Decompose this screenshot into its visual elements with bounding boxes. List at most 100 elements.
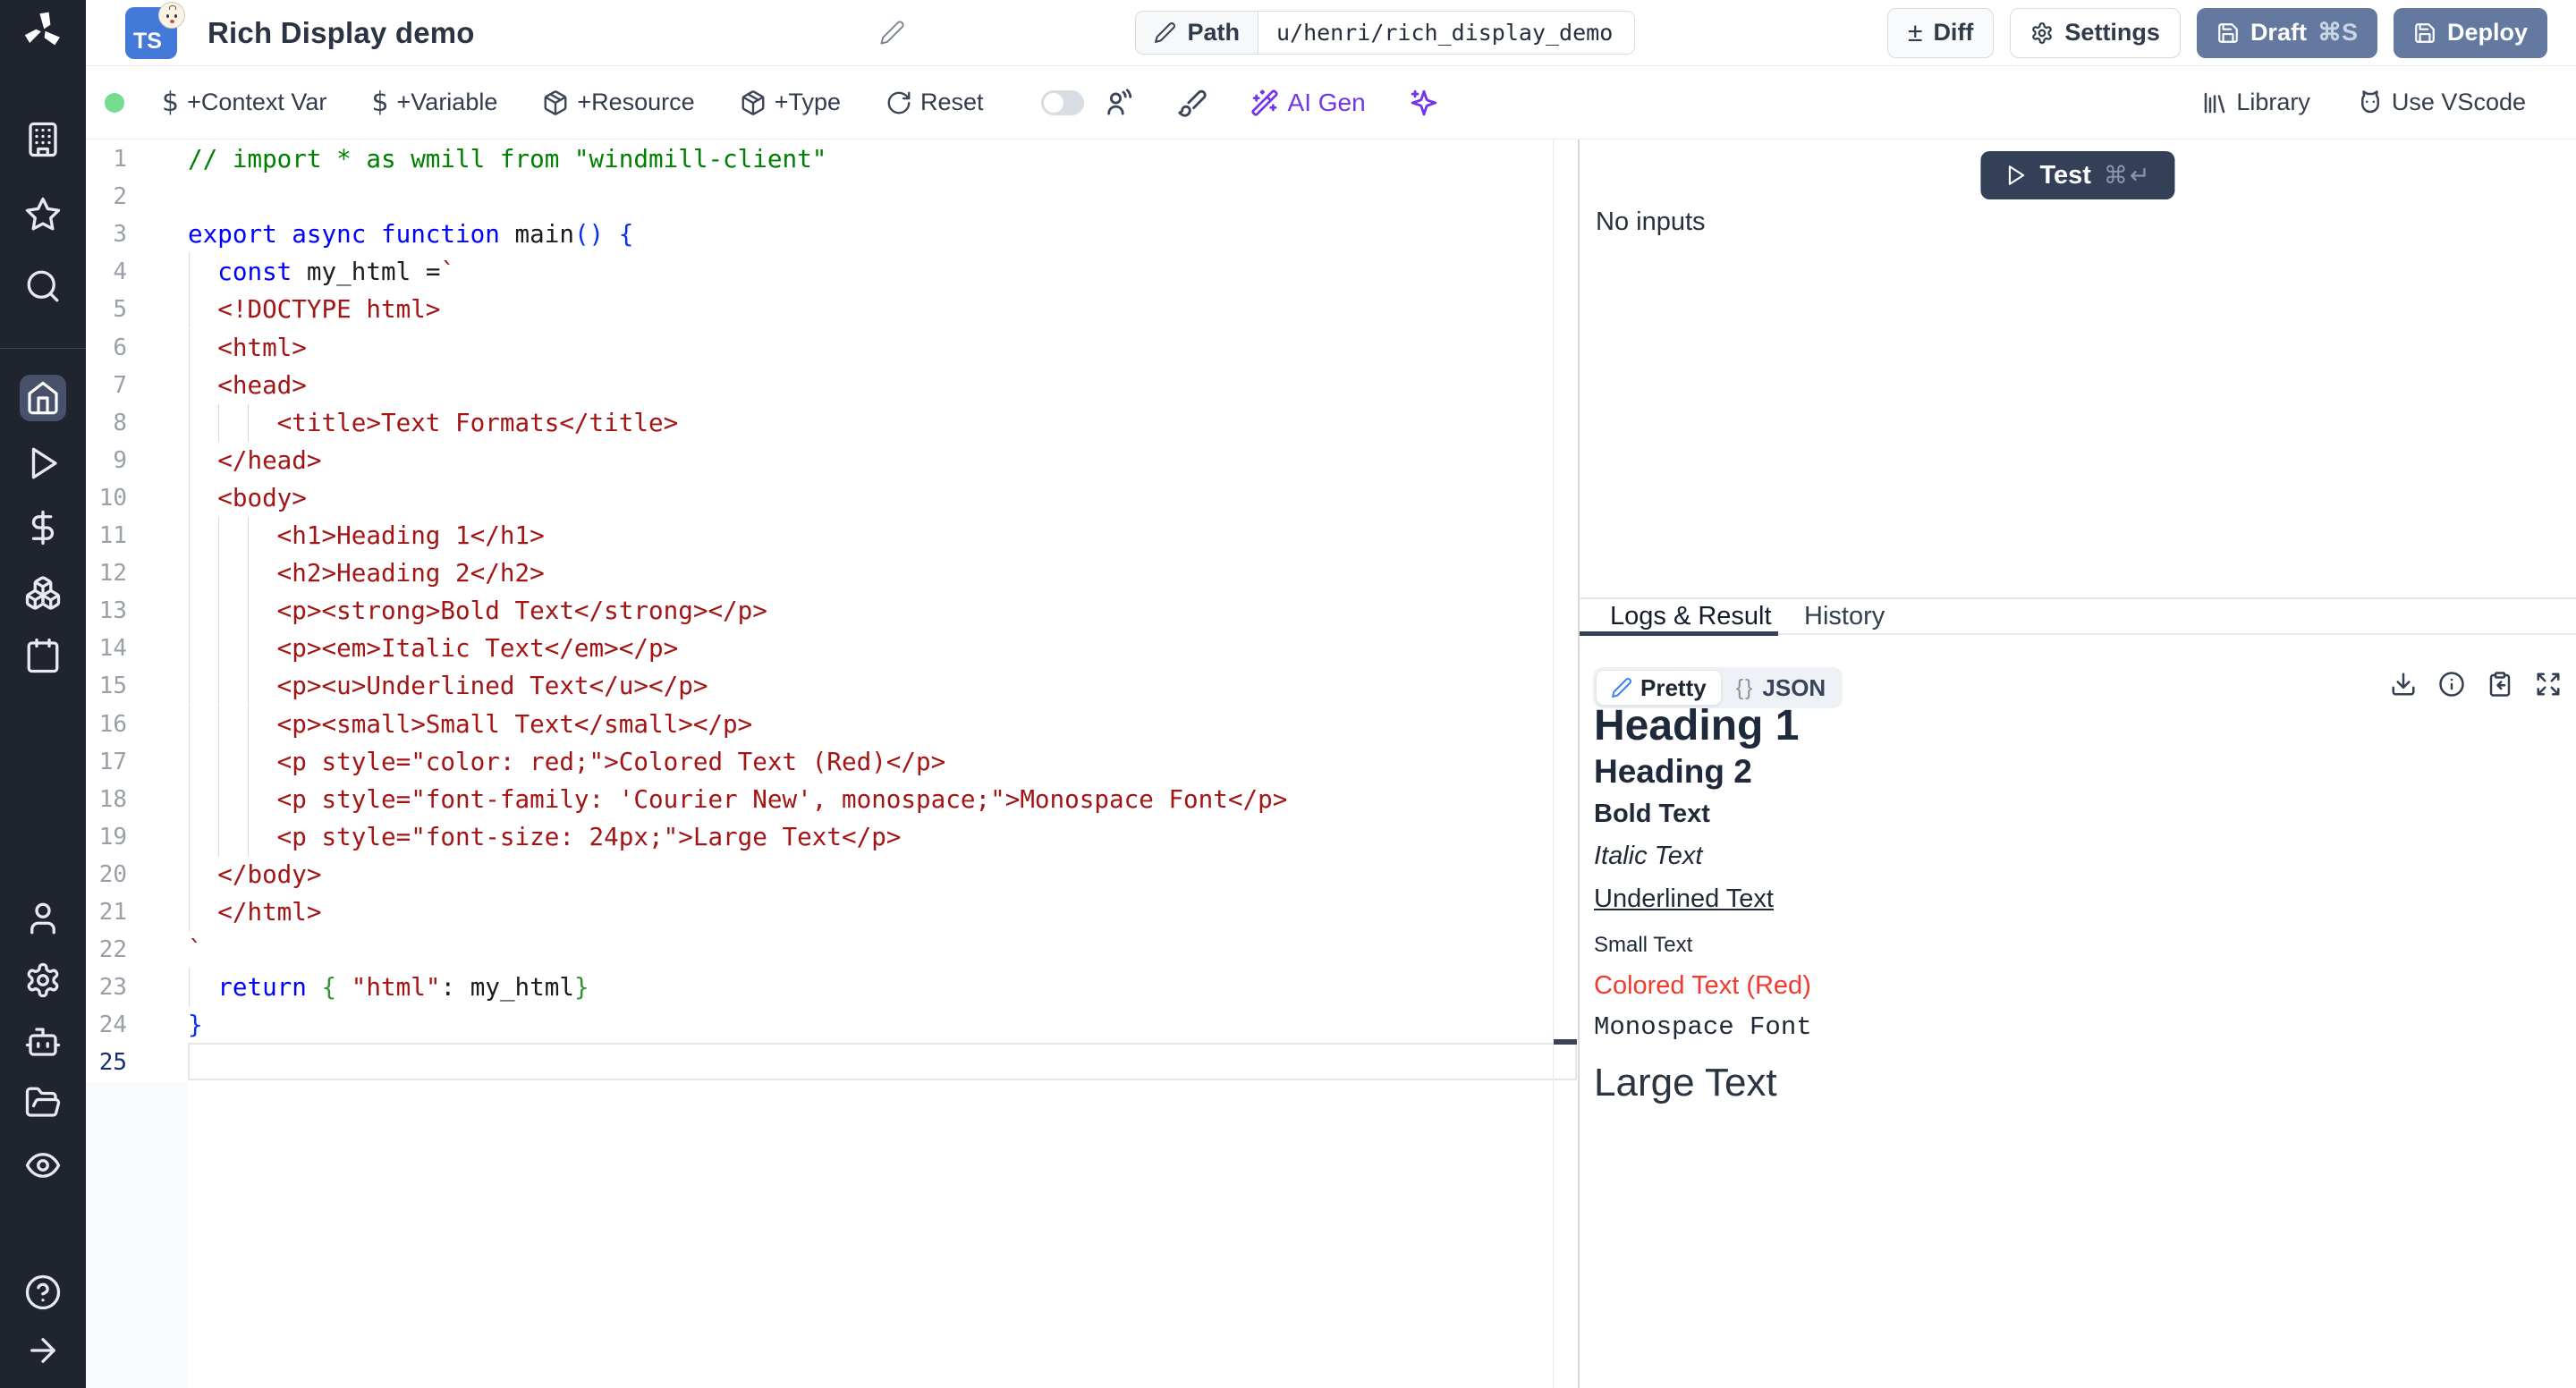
sidebar-item-arrow-right[interactable] <box>24 1332 62 1369</box>
tab-logs-result[interactable]: Logs & Result <box>1610 599 1772 633</box>
path-input[interactable]: u/henri/rich_display_demo <box>1258 12 1634 54</box>
sidebar-item-bot[interactable] <box>24 1023 62 1061</box>
code-line: <p><strong>Bold Text</strong></p> <box>188 592 1553 630</box>
sidebar-item-boxes[interactable] <box>24 574 62 612</box>
current-line-highlight <box>188 1043 1577 1080</box>
code-line: // import * as wmill from "windmill-clie… <box>188 140 1553 178</box>
sidebar-item-building[interactable] <box>24 121 62 158</box>
toolbar-reset-button[interactable]: Reset <box>886 89 984 116</box>
code-line: </html> <box>188 893 1553 931</box>
multiplayer-toggle[interactable] <box>1041 90 1084 115</box>
settings-button[interactable]: Settings <box>2010 8 2181 58</box>
test-button[interactable]: Test ⌘↵ <box>1980 151 2174 199</box>
diff-button[interactable]: ± Diff <box>1887 8 1994 58</box>
code-line: <p style="font-size: 24px;">Large Text</… <box>188 818 1553 856</box>
code-line: <body> <box>188 479 1553 517</box>
result-red: Colored Text (Red) <box>1594 971 1811 1001</box>
sidebar-item-dollar-sign[interactable] <box>24 509 62 546</box>
draft-shortcut: ⌘S <box>2318 19 2358 47</box>
editor-scrollbar[interactable] <box>1553 140 1578 1388</box>
toolbar-resource-button[interactable]: +Resource <box>542 89 694 116</box>
pen-icon <box>1611 677 1632 698</box>
package-icon <box>542 89 569 116</box>
edit-summary-pencil-icon[interactable] <box>879 20 905 46</box>
page-title: Rich Display demo <box>208 16 475 50</box>
expand-icon[interactable] <box>2535 671 2562 698</box>
sidebar-item-star[interactable] <box>24 196 62 233</box>
path-edit-button[interactable]: Path <box>1136 12 1258 54</box>
toolbar-contextvar-button[interactable]: $+Context Var <box>162 87 326 118</box>
result-h2: Heading 2 <box>1594 753 1752 791</box>
use-vscode-button[interactable]: Use VScode <box>2357 89 2526 116</box>
info-icon[interactable] <box>2438 671 2465 698</box>
sidebar-item-user[interactable] <box>24 900 62 937</box>
wand-icon <box>1250 89 1279 117</box>
sidebar-divider <box>0 348 86 349</box>
code-line: export async function main() { <box>188 216 1553 253</box>
sidebar-item-help-circle[interactable] <box>24 1274 62 1311</box>
ai-gen-button[interactable]: AI Gen <box>1250 89 1366 117</box>
view-json-button[interactable]: {} JSON <box>1722 674 1841 702</box>
result-italic: Italic Text <box>1594 842 1702 871</box>
code-line: <head> <box>188 367 1553 404</box>
code-line: <p><em>Italic Text</em></p> <box>188 630 1553 667</box>
toolbar-variable-button[interactable]: $+Variable <box>371 87 497 118</box>
download-icon[interactable] <box>2390 671 2417 698</box>
play-icon <box>2004 164 2027 187</box>
sidebar-item-home[interactable] <box>20 375 66 421</box>
tab-history[interactable]: History <box>1804 599 1885 633</box>
view-pretty-button[interactable]: Pretty <box>1596 670 1722 706</box>
result-large: Large Text <box>1594 1061 1777 1105</box>
sidebar-item-calendar[interactable] <box>24 637 62 674</box>
code-line: <p style="color: red;">Colored Text (Red… <box>188 743 1553 781</box>
panel-divider[interactable] <box>1578 140 1580 1388</box>
result-bold: Bold Text <box>1594 800 1710 829</box>
sparkles-icon[interactable] <box>1409 88 1439 118</box>
toolbar-type-button[interactable]: +Type <box>740 89 841 116</box>
braces-icon: {} <box>1736 675 1755 701</box>
code-line: <p style="font-family: 'Courier New', mo… <box>188 781 1553 818</box>
deploy-button[interactable]: Deploy <box>2394 8 2547 58</box>
cursor-overview-mark <box>1554 1039 1577 1045</box>
code-line: </head> <box>188 442 1553 479</box>
result-mono: Monospace Font <box>1594 1012 1812 1042</box>
path-label: Path <box>1187 19 1240 47</box>
code-line: </body> <box>188 856 1553 893</box>
code-line <box>188 178 1553 216</box>
code-line: <p><small>Small Text</small></p> <box>188 706 1553 743</box>
result-section: Logs & Result History Pretty {} JSON Hea… <box>1580 597 2576 1388</box>
users-icon[interactable] <box>1104 88 1134 118</box>
code-line: } <box>188 1006 1553 1044</box>
sidebar-item-play[interactable] <box>24 444 62 482</box>
plus-minus-icon: ± <box>1908 20 1922 47</box>
sidebar-item-gear[interactable] <box>24 961 62 999</box>
sidebar-item-search[interactable] <box>24 267 62 305</box>
code-line: const my_html =` <box>188 253 1553 291</box>
package-icon <box>740 89 767 116</box>
no-inputs-label: No inputs <box>1596 207 1706 237</box>
vscode-icon <box>2357 89 2384 116</box>
windmill-logo-icon[interactable] <box>21 9 64 52</box>
draft-button[interactable]: Draft ⌘S <box>2197 8 2377 58</box>
rotate-icon <box>886 89 912 116</box>
header: TS Rich Display demo Path u/henri/rich_d… <box>86 0 2576 66</box>
code-line: <html> <box>188 329 1553 367</box>
sidebar-item-eye[interactable] <box>24 1147 62 1184</box>
code-line: <h1>Heading 1</h1> <box>188 517 1553 554</box>
pencil-icon <box>1154 21 1176 44</box>
result-h1: Heading 1 <box>1594 701 1799 750</box>
clipboard-copy-icon[interactable] <box>2487 671 2513 698</box>
code-line: <p><u>Underlined Text</u></p> <box>188 667 1553 705</box>
result-underline: Underlined Text <box>1594 884 1774 914</box>
save-icon <box>2216 21 2240 45</box>
path-group: Path u/henri/rich_display_demo <box>1135 11 1635 55</box>
save-icon <box>2413 21 2436 45</box>
code-editor[interactable]: 1234567891011121314151617181920212223242… <box>86 140 1578 1388</box>
code-line: <h2>Heading 2</h2> <box>188 554 1553 592</box>
result-small: Small Text <box>1594 933 1692 958</box>
library-button[interactable]: Library <box>2201 89 2310 116</box>
paintbrush-icon[interactable] <box>1177 88 1208 118</box>
sidebar-item-folder-open[interactable] <box>24 1084 62 1121</box>
typescript-badge: TS <box>125 7 177 59</box>
typescript-badge-label: TS <box>133 29 162 55</box>
